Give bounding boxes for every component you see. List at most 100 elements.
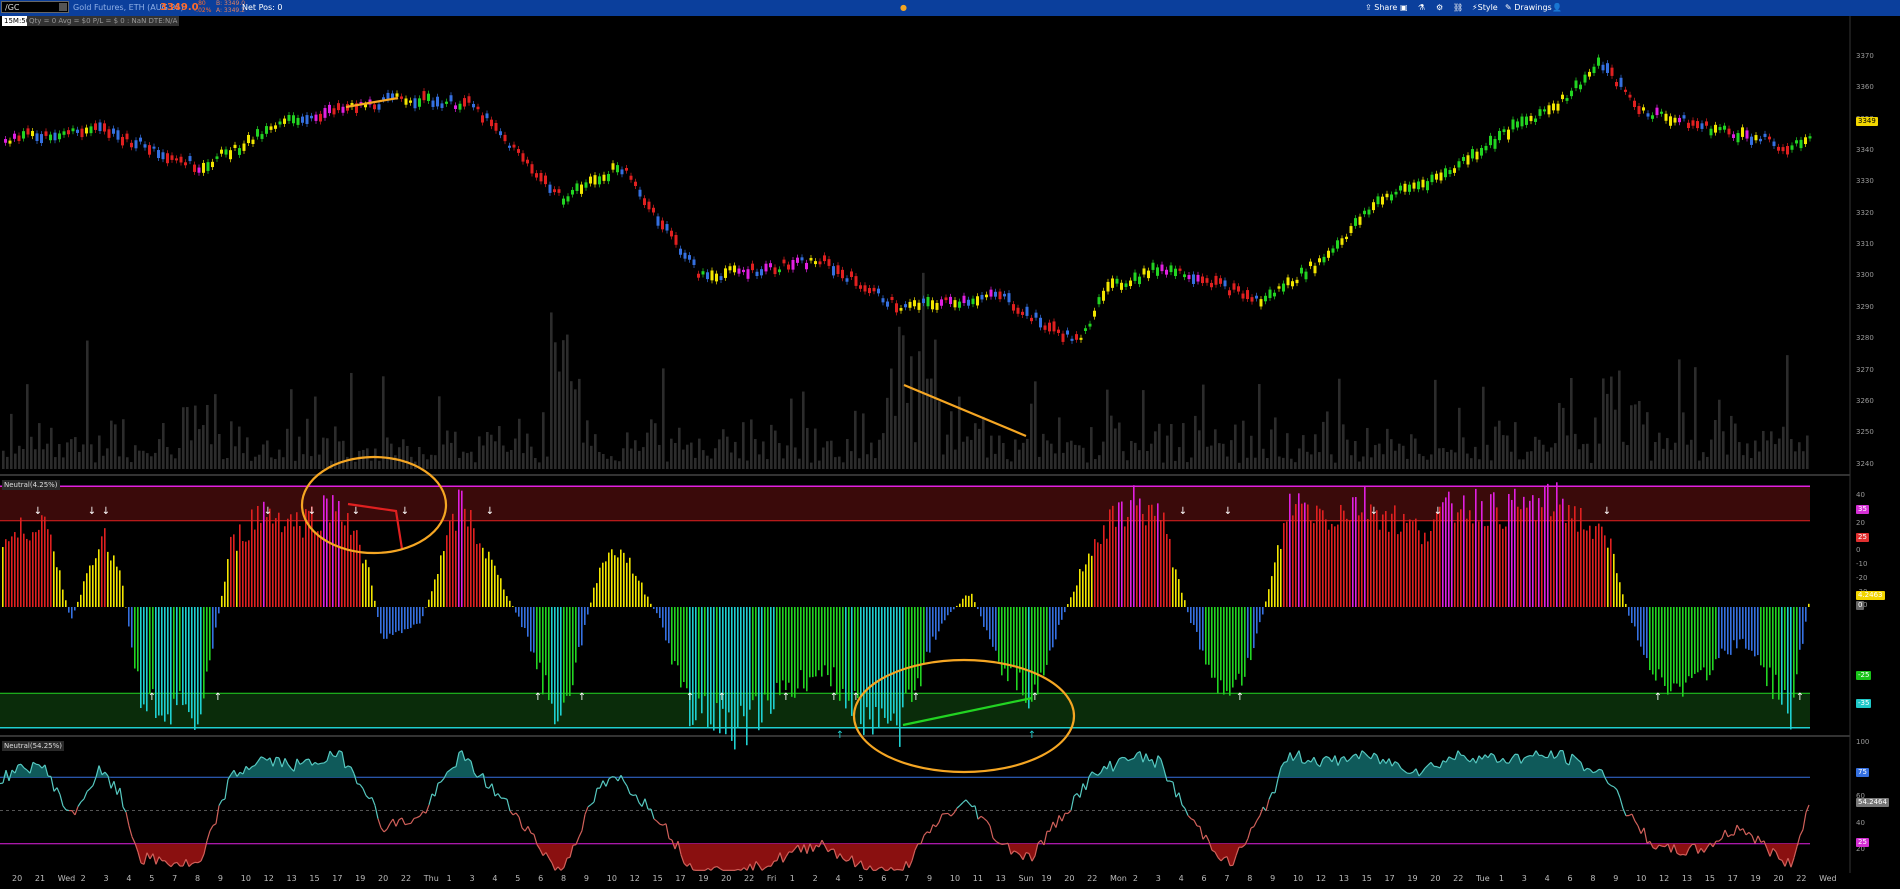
- account-icon[interactable]: 👤: [1552, 1, 1562, 15]
- histogram-bar: [656, 607, 658, 614]
- histogram-bar: [1211, 607, 1213, 678]
- histogram-bar: [320, 530, 322, 607]
- symbol-input[interactable]: /GC: [1, 1, 69, 13]
- histogram-bar: [1055, 607, 1057, 640]
- link-icon[interactable]: ⛓: [1453, 1, 1463, 15]
- histogram-bar: [113, 555, 115, 607]
- volume-bar: [882, 433, 885, 469]
- histogram-bar: [425, 607, 427, 608]
- volume-bar: [1182, 423, 1185, 469]
- oscillator-line: [956, 805, 961, 809]
- volume-bar: [1782, 426, 1785, 469]
- volume-bar: [1470, 458, 1473, 469]
- histogram-bar: [716, 607, 718, 704]
- volume-bar: [278, 449, 281, 469]
- histogram-bar: [524, 607, 526, 628]
- candle: [1714, 124, 1717, 133]
- histogram-bar: [1706, 607, 1708, 681]
- histogram-bar: [950, 607, 952, 612]
- candle: [301, 116, 304, 123]
- oscillator-line: [401, 817, 406, 825]
- histogram-bar: [1661, 607, 1663, 678]
- histogram-bar: [1106, 538, 1108, 607]
- histogram-bar: [503, 589, 505, 607]
- volume-bar: [1458, 407, 1461, 469]
- candle: [1754, 135, 1758, 141]
- histogram-bar: [1793, 607, 1795, 698]
- histogram-bar: [563, 607, 565, 703]
- time-axis-label: 6: [538, 874, 544, 883]
- time-axis-label: 11: [972, 874, 983, 883]
- chevron-down-icon[interactable]: [59, 3, 67, 11]
- price-chart[interactable]: ↓ ↓ ↓ ↓ ↓ ↓ ↓ ↓↑ ↑ ↑ ↑ ↑ ↑ ↑ ↑ ↑ ↑ ↑ ↑↓ ↓ ↓ ↓ ↓↑ ↑↑ ↑: [0, 16, 1900, 889]
- oscillator-line: [1025, 852, 1030, 854]
- candle: [35, 133, 39, 141]
- oscillator-line: [113, 781, 118, 795]
- oscillator-line: [83, 791, 88, 800]
- volume-bar: [130, 462, 133, 469]
- histogram-bar: [533, 607, 535, 653]
- histogram-bar: [1163, 512, 1165, 607]
- histogram-bar: [299, 525, 301, 607]
- histogram-bar: [1751, 607, 1753, 651]
- candle: [1520, 116, 1524, 127]
- volume-bar: [338, 441, 341, 469]
- candle: [1408, 184, 1411, 192]
- candle: [935, 302, 939, 310]
- oscillator-line: [1619, 797, 1624, 809]
- oscillator-line: [218, 799, 223, 806]
- time-axis-label: 1: [789, 874, 795, 883]
- volume-bar: [778, 443, 781, 469]
- candle: [1160, 264, 1164, 272]
- candle: [445, 101, 448, 104]
- style-button[interactable]: ⚡Style: [1472, 1, 1498, 15]
- volume-bar: [1222, 443, 1225, 469]
- candle: [1642, 107, 1645, 111]
- volume-bar: [86, 340, 89, 469]
- histogram-bar: [257, 505, 259, 607]
- oscillator-line: [1070, 795, 1075, 811]
- gear-icon[interactable]: ⚙: [1436, 1, 1443, 15]
- histogram-bar: [1157, 503, 1159, 607]
- save-icon[interactable]: ▣: [1400, 1, 1408, 15]
- time-axis-label: 8: [561, 874, 567, 883]
- histogram-bar: [254, 529, 256, 607]
- volume-bar: [1518, 459, 1521, 469]
- volume-bar: [1062, 452, 1065, 469]
- histogram-bar: [365, 559, 367, 607]
- histogram-bar: [1283, 523, 1285, 607]
- histogram-bar: [161, 607, 163, 716]
- candle: [1448, 170, 1452, 175]
- sell-arrow-icon: ↓: [1224, 506, 1232, 517]
- oscillator-line: [1640, 827, 1645, 834]
- oscillator-line: [1256, 815, 1261, 821]
- oscillator-line: [509, 810, 514, 816]
- volume-bar: [614, 460, 617, 469]
- buy-arrow-icon: ↑: [148, 692, 156, 703]
- histogram-bar: [566, 607, 568, 696]
- candle: [1682, 115, 1686, 119]
- volume-bar: [670, 438, 673, 469]
- volume-bar: [1322, 421, 1325, 469]
- oscillator-line: [125, 811, 130, 827]
- histogram-bar: [1685, 607, 1687, 683]
- candle: [377, 104, 381, 110]
- volume-bar: [190, 440, 193, 469]
- histogram-bar: [1064, 607, 1066, 613]
- volume-bar: [102, 455, 105, 469]
- histogram-bar: [755, 607, 757, 697]
- candle: [188, 156, 192, 162]
- candle: [1223, 280, 1227, 287]
- oscillator-line: [1058, 815, 1063, 822]
- candle: [1147, 270, 1150, 279]
- oscillator-line: [584, 806, 589, 815]
- histogram-bar: [1220, 607, 1222, 681]
- drawings-button[interactable]: ✎ Drawings: [1505, 1, 1552, 15]
- candle: [584, 182, 588, 188]
- candle: [512, 144, 516, 148]
- time-axis-label: 22: [1453, 874, 1464, 883]
- flask-icon[interactable]: ⚗: [1418, 1, 1425, 15]
- share-button[interactable]: ⇪ Share: [1365, 1, 1397, 15]
- candle: [148, 145, 151, 155]
- volume-bar: [950, 411, 953, 469]
